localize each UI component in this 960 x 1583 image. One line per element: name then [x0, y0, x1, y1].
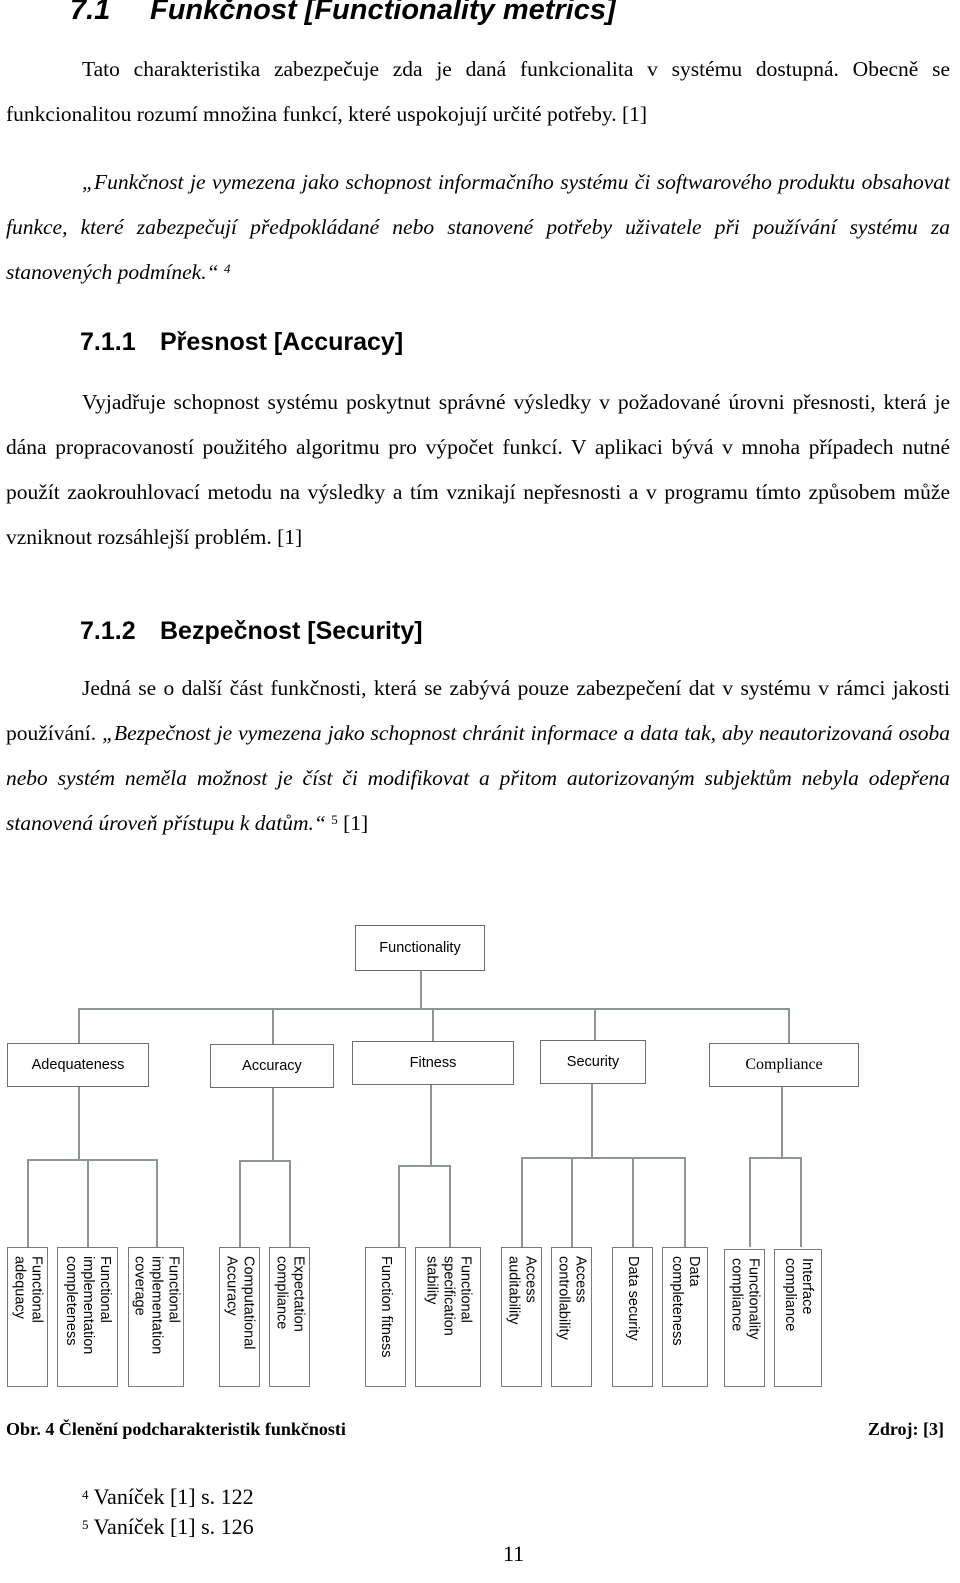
connector-line	[156, 1159, 158, 1247]
footnote-4: 4 Vaníček [1] s. 122	[82, 1483, 254, 1511]
connector-line	[788, 1008, 790, 1048]
leaf-label: Access auditability	[505, 1256, 539, 1325]
leaf-functionality-compliance: Functionality compliance	[724, 1249, 765, 1387]
footnote-text: Vaníček [1] s. 126	[93, 1514, 254, 1539]
connector-line	[781, 1087, 783, 1157]
node-adequateness: Adequateness	[7, 1043, 149, 1087]
connector-line	[78, 1087, 80, 1159]
leaf-data-security: Data security	[612, 1247, 653, 1387]
quote-text: „Funkčnost je vymezena jako schopnost in…	[6, 170, 950, 284]
connector-line	[87, 1159, 89, 1247]
section-title: Funkčnost [Functionality metrics]	[150, 0, 616, 26]
subsection-title: Bezpečnost [Security]	[160, 617, 423, 645]
connector-line	[594, 1008, 596, 1044]
footnote-5: 5 Vaníček [1] s. 126	[82, 1513, 254, 1541]
connector-line	[398, 1165, 400, 1247]
connector-line	[239, 1160, 290, 1162]
connector-line	[521, 1157, 523, 1247]
node-fitness: Fitness	[352, 1041, 514, 1085]
intro-text: Tato charakteristika zabezpečuje zda je …	[6, 57, 950, 126]
section-heading: 7.1 Funkčnost [Functionality metrics]	[70, 0, 616, 27]
leaf-label: Function fitness	[378, 1256, 394, 1358]
connector-line	[521, 1157, 685, 1159]
connector-line	[749, 1157, 800, 1159]
leaf-label: Expectation compliance	[273, 1256, 307, 1332]
accuracy-paragraph: Vyjadřuje schopnost systému poskytnut sp…	[6, 380, 950, 560]
subsection-title: Přesnost [Accuracy]	[160, 328, 404, 356]
leaf-functional-implementation-coverage: Functional implementation coverage	[128, 1247, 184, 1387]
diagram-root-node: Functionality	[355, 925, 485, 971]
leaf-label: Data security	[625, 1256, 641, 1341]
quote-paragraph: „Funkčnost je vymezena jako schopnost in…	[6, 160, 950, 295]
connector-line	[632, 1157, 634, 1247]
leaf-label: Interface compliance	[782, 1258, 815, 1332]
leaf-interface-compliance: Interface compliance	[774, 1249, 822, 1387]
figure-source: Zdroj: [3]	[867, 1419, 944, 1439]
node-label: Accuracy	[242, 1058, 302, 1074]
security-paragraph: Jedná se o další část funkčnosti, která …	[6, 666, 950, 846]
node-accuracy: Accuracy	[210, 1044, 334, 1088]
connector-line	[239, 1160, 241, 1247]
leaf-functional-adequacy: Functional adequacy	[7, 1247, 48, 1387]
security-quote: „Bezpečnost je vymezena jako schopnost c…	[6, 721, 950, 835]
node-security: Security	[540, 1040, 646, 1084]
citation: [1]	[343, 811, 369, 835]
connector-line	[27, 1159, 157, 1161]
connector-line	[398, 1165, 449, 1167]
leaf-data-completeness: Data completeness	[662, 1247, 708, 1387]
connector-line	[449, 1165, 451, 1247]
leaf-label: Functional specification stability	[423, 1256, 474, 1336]
leaf-access-auditability: Access auditability	[501, 1247, 542, 1387]
node-label: Security	[566, 1054, 620, 1070]
leaf-label: Functional implementation coverage	[131, 1256, 182, 1355]
footnote-number: 5	[82, 1517, 89, 1532]
subsection-heading-accuracy: 7.1.1 Přesnost [Accuracy]	[80, 328, 403, 357]
node-label: Compliance	[745, 1056, 823, 1073]
leaf-access-controllability: Access controllability	[551, 1247, 592, 1387]
functionality-diagram: Functionality Adequateness Accuracy Fitn…	[0, 910, 960, 1390]
connector-line	[430, 1085, 432, 1165]
leaf-functional-specification-stability: Functional specification stability	[415, 1247, 481, 1387]
subsection-number: 7.1.1	[80, 328, 136, 356]
subsection-number: 7.1.2	[80, 617, 136, 645]
connector-line	[27, 1159, 29, 1247]
connector-line	[800, 1157, 802, 1247]
footnote-text: Vaníček [1] s. 122	[93, 1484, 254, 1509]
subsection-heading-security: 7.1.2 Bezpečnost [Security]	[80, 617, 423, 646]
node-label: Functionality	[379, 940, 461, 956]
leaf-label: Access controllability	[555, 1256, 589, 1340]
intro-paragraph: Tato charakteristika zabezpečuje zda je …	[6, 47, 950, 137]
connector-line	[749, 1157, 751, 1247]
leaf-label: Computational Accuracy	[223, 1256, 257, 1350]
leaf-functional-implementation-completeness: Functional implementation completeness	[57, 1247, 118, 1387]
footnote-ref: 5	[331, 812, 338, 827]
leaf-label: Functional adequacy	[11, 1256, 45, 1323]
footnote-ref: 4	[223, 261, 231, 276]
accuracy-text: Vyjadřuje schopnost systému poskytnut sp…	[6, 390, 950, 549]
leaf-computational-accuracy: Computational Accuracy	[219, 1247, 260, 1387]
node-label: Adequateness	[31, 1057, 125, 1073]
connector-line	[289, 1160, 291, 1247]
connector-line	[78, 1008, 80, 1048]
footnote-number: 4	[82, 1487, 89, 1502]
section-number: 7.1	[70, 0, 111, 26]
page-number: 11	[503, 1541, 525, 1566]
leaf-expectation-compliance: Expectation compliance	[269, 1247, 310, 1387]
connector-line	[272, 1088, 274, 1160]
node-label: Fitness	[409, 1055, 457, 1071]
connector-line	[420, 971, 422, 1009]
leaf-label: Functional implementation completeness	[63, 1256, 113, 1355]
leaf-label: Functionality compliance	[728, 1258, 762, 1340]
figure-caption: Obr. 4 Členění podcharakteristik funkčno…	[6, 1419, 346, 1439]
node-compliance: Compliance	[709, 1043, 859, 1087]
connector-line	[78, 1008, 790, 1010]
connector-line	[684, 1157, 686, 1247]
connector-line	[571, 1157, 573, 1247]
leaf-label: Data completeness	[669, 1256, 702, 1346]
leaf-function-fitness: Function fitness	[365, 1247, 406, 1387]
connector-line	[591, 1084, 593, 1157]
